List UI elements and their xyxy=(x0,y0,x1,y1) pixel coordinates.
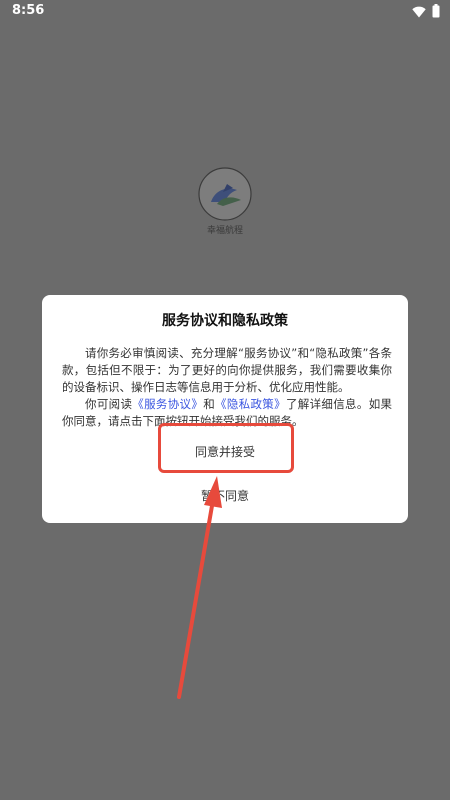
privacy-policy-link[interactable]: 《隐私政策》 xyxy=(215,397,286,411)
status-bar: 8:56 xyxy=(0,0,450,22)
battery-icon xyxy=(432,3,440,22)
service-agreement-link[interactable]: 《服务协议》 xyxy=(132,397,203,411)
app-name: 幸福航程 xyxy=(206,226,243,236)
decline-button[interactable]: 暂不同意 xyxy=(160,481,290,511)
screen: 8:56 幸福航程 服务协议和隐私政策 请你务必审慎阅读、充分理解“服务协议”和… xyxy=(0,0,450,800)
dialog-paragraph-1: 请你务必审慎阅读、充分理解“服务协议”和“隐私政策”各条款，包括但不限于：为了更… xyxy=(62,346,392,394)
privacy-dialog: 服务协议和隐私政策 请你务必审慎阅读、充分理解“服务协议”和“隐私政策”各条款，… xyxy=(42,295,408,523)
highlight-box xyxy=(158,423,294,473)
status-icons xyxy=(412,3,440,22)
app-logo-icon xyxy=(197,166,253,222)
status-time: 8:56 xyxy=(12,3,45,18)
dialog-body: 请你务必审慎阅读、充分理解“服务协议”和“隐私政策”各条款，包括但不限于：为了更… xyxy=(62,345,392,430)
wifi-icon xyxy=(412,3,426,22)
dialog-title: 服务协议和隐私政策 xyxy=(162,313,288,329)
paragraph-2-prefix: 你可阅读 xyxy=(85,397,133,411)
paragraph-2-and: 和 xyxy=(203,397,216,411)
